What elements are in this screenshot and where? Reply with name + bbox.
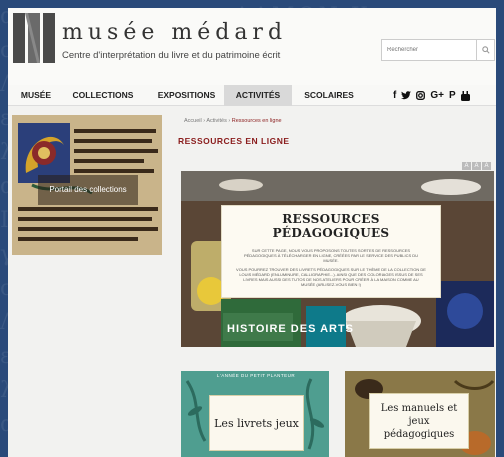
twitter-icon[interactable] bbox=[401, 91, 412, 100]
instagram-icon[interactable] bbox=[416, 91, 426, 100]
card-label: Les livrets jeux bbox=[209, 395, 304, 451]
nav-item-musee[interactable]: MUSÉE bbox=[16, 85, 56, 106]
social-links: f G+ P bbox=[393, 85, 470, 106]
breadcrumb-parent[interactable]: Activités bbox=[206, 118, 226, 124]
hero-detail-text: VOUS POURREZ TROUVER DES LIVRETS PÉDAGOG… bbox=[236, 267, 426, 287]
font-size-large-button[interactable]: A bbox=[482, 162, 491, 170]
main-nav: MUSÉE COLLECTIONS EXPOSITIONS ACTIVITÉS … bbox=[8, 85, 496, 106]
site-name[interactable]: musée médard bbox=[62, 20, 287, 45]
breadcrumb-home[interactable]: Accueil bbox=[184, 118, 202, 124]
nav-item-activites[interactable]: ACTIVITÉS bbox=[224, 85, 292, 106]
pinterest-icon[interactable]: P bbox=[449, 90, 456, 101]
site-tagline: Centre d'interprétation du livre et du p… bbox=[62, 50, 281, 61]
search-box bbox=[381, 39, 495, 61]
card-label: Les manuels et jeux pédagogiques bbox=[369, 393, 469, 449]
font-size-small-button[interactable]: A bbox=[462, 162, 471, 170]
hero-card: RESSOURCES PÉDAGOGIQUES SUR CETTE PAGE, … bbox=[221, 205, 441, 298]
nav-item-scolaires[interactable]: SCOLAIRES bbox=[297, 85, 361, 106]
search-input[interactable] bbox=[382, 40, 476, 60]
card-manuels-jeux[interactable]: Les manuels et jeux pédagogiques bbox=[345, 371, 495, 457]
nav-item-collections[interactable]: COLLECTIONS bbox=[65, 85, 141, 106]
portal-label[interactable]: Portail des collections bbox=[38, 175, 138, 205]
breadcrumb-separator: › bbox=[228, 118, 231, 124]
google-plus-icon[interactable]: G+ bbox=[430, 90, 444, 101]
hero-book-text: HISTOIRE DES ARTS bbox=[227, 323, 355, 335]
card-top-text: L'ANNÉE DU PETIT PLANTEUR bbox=[216, 373, 296, 378]
site-header: musée médard Centre d'interprétation du … bbox=[8, 8, 496, 85]
nav-item-expositions[interactable]: EXPOSITIONS bbox=[149, 85, 224, 106]
card-livrets-jeux[interactable]: L'ANNÉE DU PETIT PLANTEUR Les livrets je… bbox=[181, 371, 329, 457]
font-size-controls: A A A bbox=[462, 162, 491, 170]
search-button[interactable] bbox=[476, 40, 494, 60]
page-title: RESSOURCES EN LIGNE bbox=[178, 136, 290, 146]
hero-title: RESSOURCES PÉDAGOGIQUES bbox=[272, 212, 390, 240]
hero-banner: HISTOIRE DES ARTS RESSOURCES PÉDAGOGIQUE… bbox=[181, 171, 494, 347]
facebook-icon[interactable]: f bbox=[393, 90, 396, 101]
youtube-icon[interactable] bbox=[460, 90, 470, 101]
breadcrumb-current: Ressources en ligne bbox=[231, 118, 282, 124]
logo-icon[interactable] bbox=[13, 13, 55, 63]
font-size-medium-button[interactable]: A bbox=[472, 162, 481, 170]
hero-intro-text: SUR CETTE PAGE, NOUS VOUS PROPOSONS TOUT… bbox=[243, 248, 419, 263]
page-container: musée médard Centre d'interprétation du … bbox=[8, 8, 496, 457]
search-icon bbox=[481, 46, 490, 54]
collections-portal-image[interactable]: Portail des collections bbox=[12, 115, 162, 255]
breadcrumb-separator: › bbox=[203, 118, 206, 124]
breadcrumb: Accueil › Activités › Ressources en lign… bbox=[184, 118, 282, 124]
